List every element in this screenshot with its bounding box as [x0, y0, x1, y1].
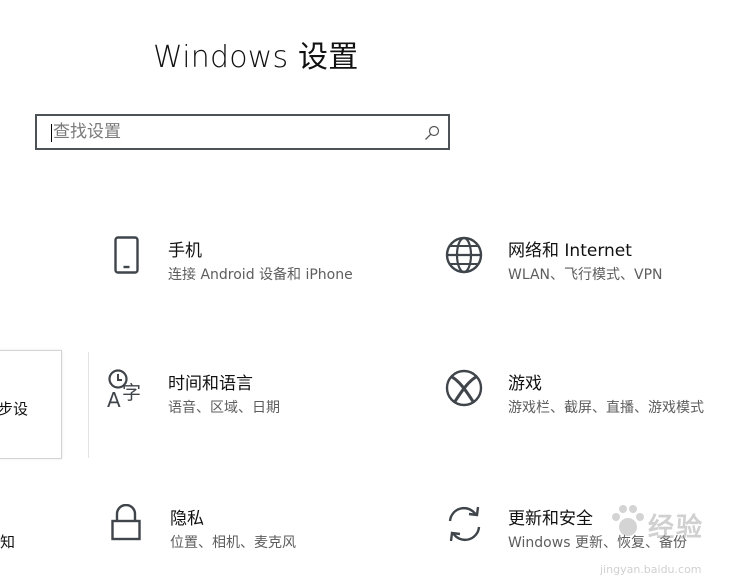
search-box[interactable]: [35, 114, 450, 150]
search-icon[interactable]: [424, 125, 440, 141]
tile-name: 隐私: [170, 509, 204, 529]
watermark-url: jingyan.baidu.com: [600, 563, 702, 576]
lock-icon: [111, 504, 141, 541]
tile-name: 游戏: [508, 374, 542, 394]
tile-description: 游戏栏、截屏、直播、游戏模式: [508, 400, 704, 416]
search-input[interactable]: [53, 116, 413, 148]
svg-text:字: 字: [122, 382, 141, 404]
divider: [88, 352, 89, 458]
sync-icon: [448, 506, 481, 542]
time-language-icon: A 字: [107, 369, 141, 412]
tile-privacy[interactable]: 隐私 位置、相机、麦克风: [110, 504, 410, 564]
globe-icon: [445, 236, 483, 274]
tile-description: 位置、相机、麦克风: [170, 535, 296, 551]
tile-description: 语音、区域、日期: [168, 400, 280, 416]
tile-phone[interactable]: 手机 连接 Android 设备和 iPhone: [108, 236, 408, 296]
tile-name: 时间和语言: [168, 374, 253, 394]
partial-tile-notify-label[interactable]: 知: [0, 531, 15, 552]
tile-gaming[interactable]: 游戏 游戏栏、截屏、直播、游戏模式: [445, 369, 745, 429]
page-title: Windows 设置: [153, 40, 359, 75]
tile-description: Windows 更新、恢复、备份: [508, 535, 687, 551]
partial-tile-sync[interactable]: 步设: [0, 350, 62, 459]
tile-description: WLAN、飞行模式、VPN: [508, 267, 663, 283]
tile-name: 网络和 Internet: [508, 241, 632, 261]
svg-text:A: A: [107, 388, 121, 412]
tile-description: 连接 Android 设备和 iPhone: [168, 267, 353, 283]
partial-tile-label: 步设: [0, 400, 29, 418]
tile-update-security[interactable]: 更新和安全 Windows 更新、恢复、备份: [445, 504, 745, 564]
tile-name: 更新和安全: [508, 509, 593, 529]
tile-time-language[interactable]: A 字 时间和语言 语音、区域、日期: [106, 369, 406, 429]
text-caret: [51, 124, 52, 142]
xbox-icon: [445, 369, 483, 407]
tile-network[interactable]: 网络和 Internet WLAN、飞行模式、VPN: [445, 236, 745, 296]
tile-name: 手机: [168, 241, 202, 261]
phone-icon: [114, 236, 139, 274]
